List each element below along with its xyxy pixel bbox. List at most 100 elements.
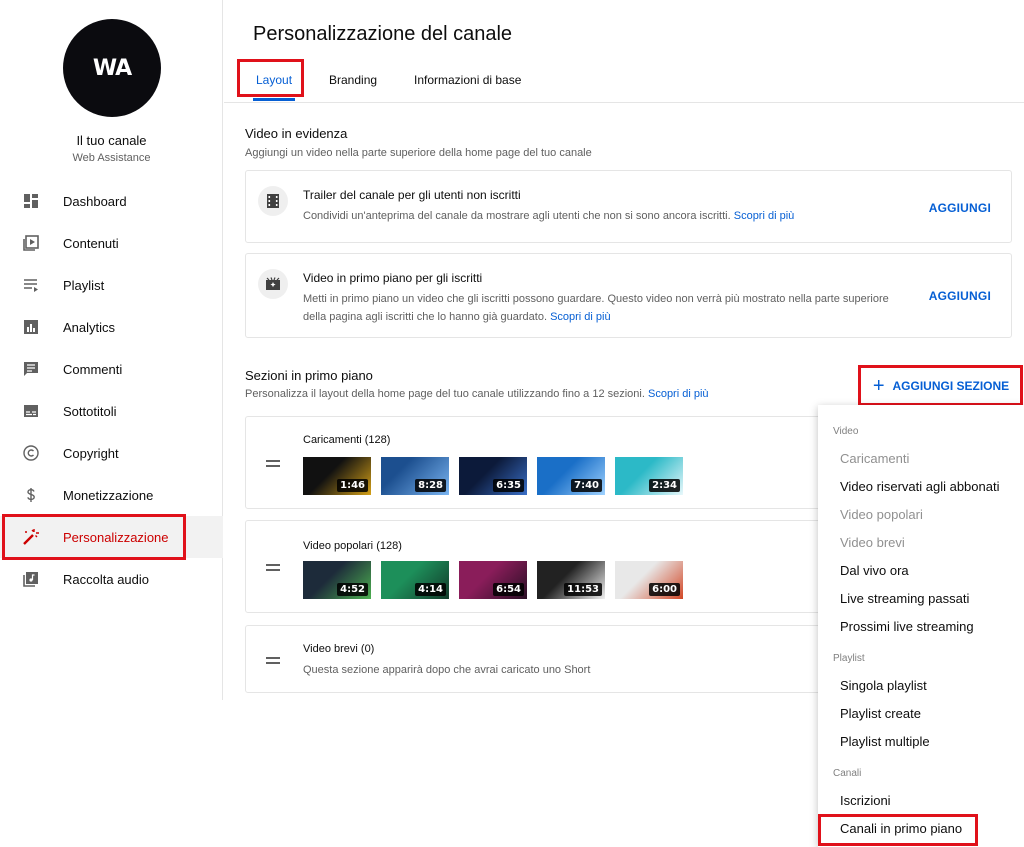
learn-more-link[interactable]: Scopri di più — [648, 388, 709, 400]
magic-wand-icon — [22, 528, 40, 546]
film-icon — [258, 186, 288, 216]
add-section-menu: Video Caricamenti Video riservati agli a… — [818, 405, 1024, 847]
video-thumbnail[interactable]: 8:28 — [381, 457, 449, 495]
channel-trailer-title: Trailer del canale per gli utenti non is… — [303, 188, 521, 202]
channel-avatar[interactable]: WA — [63, 19, 161, 117]
channel-trailer-desc-text: Condividi un'anteprima del canale da mos… — [303, 210, 731, 222]
video-thumbnail[interactable]: 6:54 — [459, 561, 527, 599]
video-thumbnail[interactable]: 4:14 — [381, 561, 449, 599]
sidebar-item-label: Personalizzazione — [63, 529, 169, 545]
video-thumbnail[interactable]: 1:46 — [303, 457, 371, 495]
tab-bar: Layout Branding Informazioni di base — [224, 60, 1024, 103]
channel-name: Il tuo canale — [76, 133, 147, 148]
section-row-count: (128) — [376, 540, 402, 552]
video-duration: 11:53 — [564, 583, 602, 596]
menu-item-created-playlists[interactable]: Playlist create — [840, 706, 921, 721]
tab-layout[interactable]: Layout — [256, 73, 292, 87]
menu-item-uploads[interactable]: Caricamenti — [840, 451, 909, 466]
video-duration: 7:40 — [571, 479, 602, 492]
sidebar-item-content[interactable]: Contenuti — [0, 222, 223, 264]
sidebar-item-copyright[interactable]: Copyright — [0, 432, 223, 474]
sidebar-item-analytics[interactable]: Analytics — [0, 306, 223, 348]
sidebar-item-label: Playlist — [63, 277, 105, 293]
channel-trailer-card: Trailer del canale per gli utenti non is… — [245, 170, 1012, 243]
menu-item-subscriptions[interactable]: Iscrizioni — [840, 793, 891, 808]
subtitles-icon — [22, 402, 40, 420]
video-duration: 6:54 — [493, 583, 524, 596]
add-trailer-button[interactable]: AGGIUNGI — [929, 201, 991, 215]
video-duration: 1:46 — [337, 479, 368, 492]
channel-trailer-desc: Condividi un'anteprima del canale da mos… — [303, 207, 794, 225]
sidebar-item-label: Monetizzazione — [63, 487, 154, 503]
add-section-button[interactable]: + AGGIUNGI SEZIONE — [861, 368, 1021, 404]
featured-sections-title: Sezioni in primo piano — [245, 368, 373, 383]
thumbnail-strip: 1:46 8:28 6:35 7:40 2:34 — [303, 457, 683, 495]
thumbnail-strip: 4:52 4:14 6:54 11:53 6:00 — [303, 561, 683, 599]
video-thumbnail[interactable]: 2:34 — [615, 457, 683, 495]
video-thumbnail[interactable]: 6:00 — [615, 561, 683, 599]
playlist-icon — [22, 276, 40, 294]
menu-item-live-now[interactable]: Dal vivo ora — [840, 563, 909, 578]
page-title: Personalizzazione del canale — [253, 23, 513, 45]
sidebar-item-comments[interactable]: Commenti — [0, 348, 223, 390]
sidebar-item-monetization[interactable]: Monetizzazione — [0, 474, 223, 516]
section-row-name: Video popolari — [303, 540, 374, 552]
video-spark-icon — [258, 269, 288, 299]
section-row-name: Caricamenti — [303, 434, 362, 446]
video-thumbnail[interactable]: 4:52 — [303, 561, 371, 599]
sidebar-item-customization[interactable]: Personalizzazione — [0, 516, 223, 558]
content-icon — [22, 234, 40, 252]
video-duration: 6:00 — [649, 583, 680, 596]
featured-video-desc: Aggiungi un video nella parte superiore … — [245, 147, 592, 159]
menu-item-shorts[interactable]: Video brevi — [840, 535, 905, 550]
tab-basic-info[interactable]: Informazioni di base — [414, 73, 521, 87]
section-row-title: Video popolari (128) — [303, 540, 402, 552]
menu-group-label: Video — [833, 426, 859, 437]
video-thumbnail[interactable]: 6:35 — [459, 457, 527, 495]
sidebar-item-subtitles[interactable]: Sottotitoli — [0, 390, 223, 432]
featured-video-title: Video in evidenza — [245, 126, 348, 141]
comments-icon — [22, 360, 40, 378]
menu-item-members-only[interactable]: Video riservati agli abbonati — [840, 479, 999, 494]
menu-item-popular-videos[interactable]: Video popolari — [840, 507, 923, 522]
menu-item-upcoming-live[interactable]: Prossimi live streaming — [840, 619, 974, 634]
menu-item-multiple-playlists[interactable]: Playlist multiple — [840, 734, 930, 749]
menu-item-featured-channels[interactable]: Canali in primo piano — [840, 821, 962, 836]
sidebar-item-dashboard[interactable]: Dashboard — [0, 180, 223, 222]
video-duration: 8:28 — [415, 479, 446, 492]
featured-for-subscribers-desc: Metti in primo piano un video che gli is… — [303, 290, 913, 326]
section-row-shorts: Video brevi (0) Questa sezione apparirà … — [245, 625, 845, 693]
featured-sections-desc: Personalizza il layout della home page d… — [245, 388, 709, 400]
menu-item-past-live[interactable]: Live streaming passati — [840, 591, 969, 606]
section-row-title: Caricamenti (128) — [303, 434, 390, 446]
copyright-icon — [22, 444, 40, 462]
video-thumbnail[interactable]: 11:53 — [537, 561, 605, 599]
featured-for-subscribers-title: Video in primo piano per gli iscritti — [303, 271, 483, 285]
sidebar-item-audio-library[interactable]: Raccolta audio — [0, 558, 223, 600]
sidebar-item-label: Contenuti — [63, 235, 119, 251]
channel-logo: WA — [92, 55, 132, 81]
video-thumbnail[interactable]: 7:40 — [537, 457, 605, 495]
dashboard-icon — [22, 192, 40, 210]
section-row-count: (128) — [364, 434, 391, 446]
featured-sections-desc-text: Personalizza il layout della home page d… — [245, 388, 645, 400]
audio-library-icon — [22, 570, 40, 588]
drag-handle-icon[interactable] — [266, 564, 280, 571]
sidebar-item-label: Analytics — [63, 319, 116, 335]
menu-item-single-playlist[interactable]: Singola playlist — [840, 678, 927, 693]
sidebar-item-playlist[interactable]: Playlist — [0, 264, 223, 306]
tab-branding[interactable]: Branding — [329, 73, 377, 87]
video-duration: 2:34 — [649, 479, 680, 492]
drag-handle-icon[interactable] — [266, 657, 280, 664]
sidebar-item-label: Dashboard — [63, 193, 127, 209]
sidebar-item-label: Raccolta audio — [63, 571, 149, 587]
learn-more-link[interactable]: Scopri di più — [550, 311, 611, 323]
add-featured-button[interactable]: AGGIUNGI — [929, 289, 991, 303]
video-duration: 4:52 — [337, 583, 368, 596]
channel-subtitle: Web Assistance — [72, 152, 151, 164]
drag-handle-icon[interactable] — [266, 460, 280, 467]
section-row-title: Video brevi (0) — [303, 643, 374, 655]
menu-group-label: Canali — [833, 768, 862, 779]
section-row-count: (0) — [360, 643, 375, 655]
learn-more-link[interactable]: Scopri di più — [734, 210, 795, 222]
